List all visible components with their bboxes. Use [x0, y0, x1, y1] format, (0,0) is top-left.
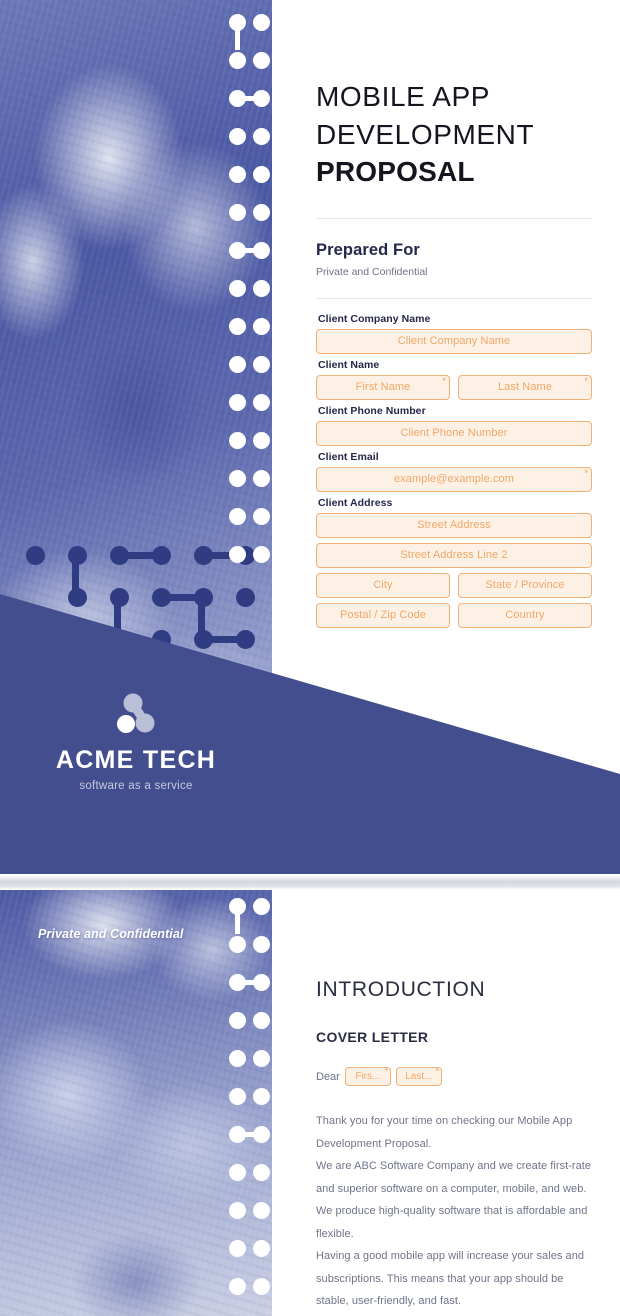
logo-tagline: software as a service [79, 780, 193, 792]
proposal-title-line-1: MOBILE APP [316, 81, 491, 112]
document-page-2: Private and Confidential INTRODUCTION CO… [0, 890, 620, 1316]
input-state-province[interactable]: State / Province [458, 572, 592, 598]
input-street-address[interactable]: Street Address [316, 512, 592, 538]
logo-company-name: ACME TECH [55, 746, 217, 774]
input-salutation-first-name[interactable]: Firs... [344, 1067, 391, 1086]
cover-letter-heading: COVER LETTER [316, 1029, 429, 1045]
input-client-phone-number[interactable]: Client Phone Number [316, 420, 592, 446]
cover-letter-body: Thank you for your time on checking our … [316, 1110, 592, 1313]
input-client-first-name[interactable]: First Name [316, 374, 450, 400]
label-client-company-name: Client Company Name [318, 312, 431, 325]
input-salutation-last-name[interactable]: Last... [395, 1067, 442, 1086]
salutation-row: Dear Firs... Last... [316, 1067, 592, 1086]
proposal-title-line-3: PROPOSAL [316, 156, 475, 188]
proposal-title-line-2: DEVELOPMENT [316, 118, 535, 150]
label-client-address: Client Address [318, 496, 393, 509]
input-client-last-name[interactable]: Last Name [458, 374, 592, 400]
cover-letter-paragraph-1: Thank you for your time on checking our … [316, 1115, 573, 1150]
document-page-1: ACME TECH software as a service MOBILE A… [0, 0, 620, 874]
page-separator-gap [0, 874, 620, 890]
label-client-phone-number: Client Phone Number [318, 404, 426, 417]
cover-letter-paragraph-3: Having a good mobile app will increase y… [316, 1250, 585, 1308]
page1-content-column: MOBILE APP DEVELOPMENT PROPOSAL Prepared… [296, 0, 620, 633]
company-logo-block: ACME TECH software as a service [0, 692, 272, 792]
label-client-name: Client Name [318, 358, 380, 371]
input-client-company-name[interactable]: Client Company Name [316, 328, 592, 354]
input-postal-zip-code[interactable]: Postal / Zip Code [316, 602, 450, 628]
input-city[interactable]: City [316, 572, 450, 598]
molecule-node-icon [112, 692, 160, 738]
prepared-for-subtitle: Private and Confidential [316, 265, 428, 278]
cover-letter-paragraph-2: We are ABC Software Company and we creat… [316, 1160, 592, 1240]
page2-photo-panel [0, 890, 272, 1316]
salutation-label: Dear [316, 1070, 340, 1083]
document-viewport[interactable]: ACME TECH software as a service MOBILE A… [0, 0, 620, 1316]
prepared-for-heading: Prepared For [316, 240, 420, 259]
input-client-email[interactable]: example@example.com [316, 466, 592, 492]
input-country[interactable]: Country [458, 602, 592, 628]
introduction-heading: INTRODUCTION [316, 978, 486, 1001]
input-street-address-line-2[interactable]: Street Address Line 2 [316, 542, 592, 568]
page2-content-column: INTRODUCTION COVER LETTER Dear Firs... L… [296, 890, 620, 1313]
page2-dot-rail-decoration [224, 890, 272, 1316]
label-client-email: Client Email [318, 450, 379, 463]
private-confidential-banner: Private and Confidential [38, 927, 184, 941]
